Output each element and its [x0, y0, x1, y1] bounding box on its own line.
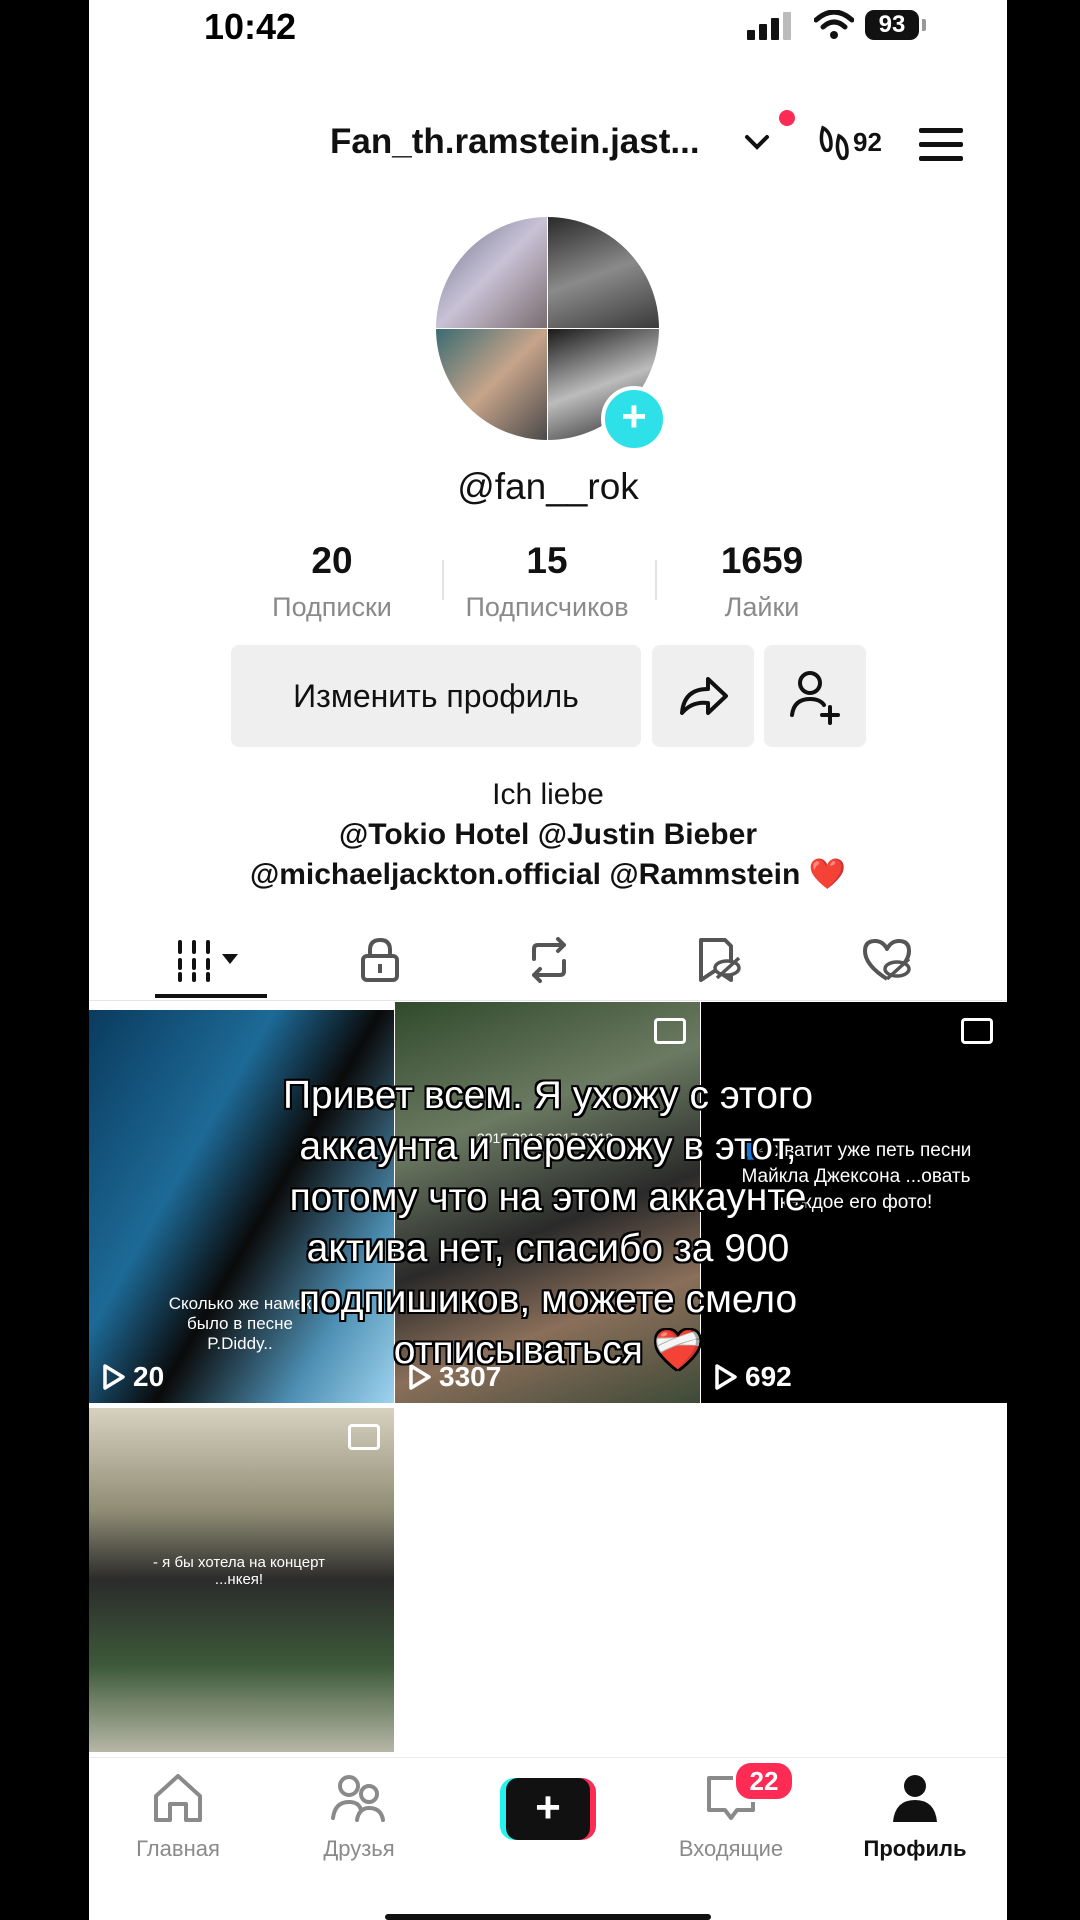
photo-post-icon	[348, 1424, 380, 1450]
video-caption: - я бы хотела на концерт ...нкея!	[153, 1554, 325, 1588]
account-switcher-username[interactable]: Fan_th.ramstein.jast...	[330, 122, 700, 162]
stat-likes-value: 1659	[720, 540, 804, 581]
cellular-signal-icon	[747, 12, 791, 40]
story-overlay-text: Привет всем. Я ухожу с этого аккаунта и …	[282, 1074, 814, 1372]
inbox-badge: 22	[733, 1760, 795, 1802]
bookmark-hidden-icon	[699, 938, 741, 982]
battery-indicator: 93	[865, 10, 919, 40]
stat-likes[interactable]: 1659 Лайки	[667, 540, 857, 623]
notification-dot	[779, 110, 795, 126]
bio-mentions[interactable]: @Tokio Hotel @Justin Bieber	[89, 818, 1007, 852]
video-views-count: 20	[133, 1361, 165, 1392]
lock-icon	[361, 937, 399, 982]
play-icon	[103, 1364, 125, 1390]
stat-following-label: Подписки	[272, 592, 392, 622]
create-button[interactable]: +	[500, 1778, 596, 1840]
stat-likes-label: Лайки	[724, 592, 800, 622]
profile-views-icon[interactable]: 92	[817, 124, 882, 164]
status-bar: 10:42 93	[89, 0, 1007, 60]
stat-following-value: 20	[311, 540, 353, 581]
bio-line: Ich liebe	[492, 778, 604, 811]
bio-mentions[interactable]: @michaeljackton.official @Rammstein ❤️	[89, 857, 1007, 892]
tab-favorites[interactable]	[663, 920, 773, 1000]
stat-divider	[655, 560, 657, 600]
stat-followers-value: 15	[526, 540, 568, 581]
photo-post-icon	[654, 1018, 686, 1044]
edit-profile-button[interactable]: Изменить профиль	[231, 645, 641, 747]
nav-home[interactable]: Главная	[103, 1772, 253, 1862]
friends-icon	[331, 1775, 385, 1822]
photo-post-icon	[961, 1018, 993, 1044]
stat-followers-label: Подписчиков	[465, 592, 629, 622]
profile-handle: @fan__rok	[457, 466, 639, 507]
repost-icon	[532, 937, 566, 983]
grid-icon	[178, 940, 238, 982]
tab-reposts[interactable]	[494, 920, 604, 1000]
avatar-photo-1	[436, 217, 547, 328]
active-tab-indicator	[155, 994, 267, 998]
nav-friends-label: Друзья	[323, 1836, 395, 1861]
status-time: 10:42	[204, 6, 297, 47]
chevron-down-icon[interactable]	[744, 134, 770, 152]
video-views: 20	[101, 1361, 164, 1393]
profile-icon	[893, 1775, 937, 1822]
share-profile-button[interactable]	[652, 645, 754, 747]
nav-inbox-label: Входящие	[678, 1836, 784, 1861]
profile-screen: 10:42 93 Fan_th.ramstein.jast... 92 + @f…	[89, 0, 1007, 1920]
profile-views-count: 92	[853, 126, 882, 157]
footprints-icon	[819, 125, 849, 161]
battery-tip	[922, 19, 926, 31]
nav-profile-label: Профиль	[863, 1836, 967, 1861]
add-avatar-button[interactable]: +	[601, 386, 667, 452]
profile-header: Fan_th.ramstein.jast... 92	[89, 110, 1007, 180]
add-user-icon	[790, 671, 840, 725]
plus-icon: +	[506, 1778, 590, 1840]
avatar-photo-2	[548, 217, 659, 328]
bottom-nav: Главная Друзья + Входящие Профиль	[89, 1757, 1007, 1920]
home-indicator	[385, 1914, 711, 1920]
wifi-icon	[814, 10, 854, 39]
add-friend-button[interactable]	[764, 645, 866, 747]
nav-friends[interactable]: Друзья	[284, 1772, 434, 1862]
nav-home-label: Главная	[136, 1836, 220, 1861]
avatar-photo-3	[436, 329, 547, 440]
tab-private[interactable]	[325, 920, 435, 1000]
share-icon	[680, 677, 728, 715]
heart-hidden-icon	[863, 939, 911, 981]
stat-divider	[442, 560, 444, 600]
nav-profile[interactable]: Профиль	[840, 1772, 990, 1862]
profile-tabs	[89, 920, 1007, 1001]
stat-following[interactable]: 20 Подписки	[237, 540, 427, 623]
video-thumbnail[interactable]: - я бы хотела на концерт ...нкея!	[89, 1408, 394, 1752]
tab-videos[interactable]	[155, 920, 265, 1000]
tab-liked[interactable]	[832, 920, 942, 1000]
menu-icon[interactable]	[919, 128, 963, 162]
home-icon	[154, 1774, 202, 1822]
stat-followers[interactable]: 15 Подписчиков	[452, 540, 642, 623]
